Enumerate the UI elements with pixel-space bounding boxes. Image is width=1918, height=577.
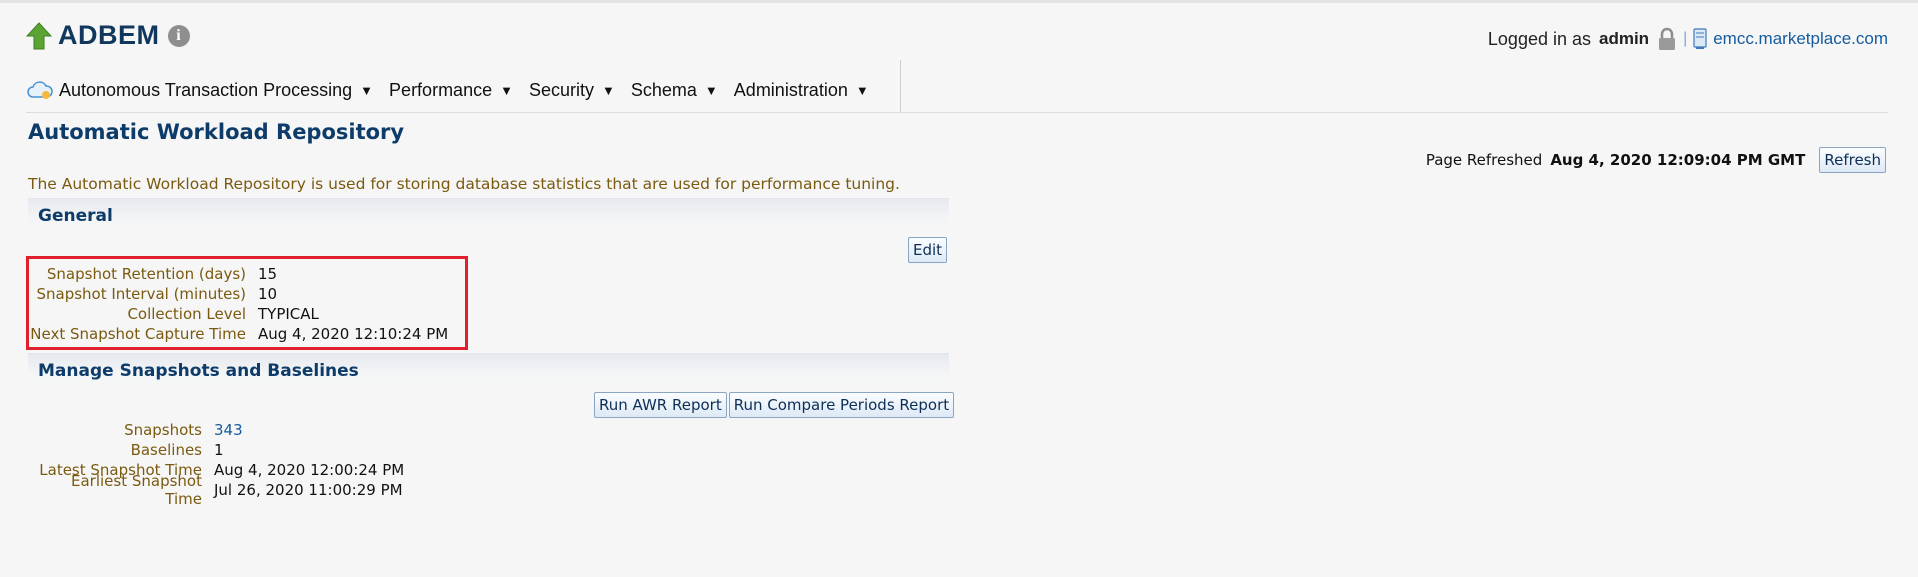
refresh-area: Page Refreshed Aug 4, 2020 12:09:04 PM G… [1426, 147, 1886, 173]
field-value: Aug 4, 2020 12:00:24 PM [214, 461, 405, 479]
info-icon[interactable]: i [167, 24, 190, 47]
page-refreshed-label: Page Refreshed [1425, 151, 1543, 169]
menu-schema[interactable]: Schema ▼ [631, 80, 718, 101]
refresh-button[interactable]: Refresh [1819, 147, 1886, 173]
earliest-snapshot-row: Earliest Snapshot Time Jul 26, 2020 11:0… [30, 472, 404, 508]
field-label: Baselines [130, 441, 202, 459]
menu-performance[interactable]: Performance ▼ [389, 80, 513, 101]
page-refreshed-time: Aug 4, 2020 12:09:04 PM GMT [1550, 151, 1806, 169]
main-menu-bar: Autonomous Transaction Processing ▼ Perfo… [26, 68, 885, 112]
menu-administration[interactable]: Administration ▼ [734, 80, 869, 101]
menu-divider [900, 60, 901, 112]
caret-down-icon: ▼ [602, 82, 615, 98]
server-icon [1693, 28, 1707, 50]
page-title: Automatic Workload Repository [28, 120, 405, 144]
separator: | [1683, 30, 1688, 47]
snapshots-row: Snapshots 343 [30, 420, 404, 440]
menu-label: Autonomous Transaction Processing [59, 79, 353, 100]
menu-label: Performance [389, 79, 493, 100]
baselines-row: Baselines 1 [30, 440, 404, 460]
menu-label: Administration [733, 79, 848, 100]
field-label: Snapshots [124, 421, 202, 439]
caret-down-icon: ▼ [500, 82, 513, 98]
run-compare-periods-report-button[interactable]: Run Compare Periods Report [728, 392, 955, 418]
caret-down-icon: ▼ [855, 82, 869, 98]
database-title[interactable]: ADBEM [58, 20, 160, 51]
field-value: Jul 26, 2020 11:00:29 PM [214, 481, 403, 499]
manage-section-header: Manage Snapshots and Baselines [28, 353, 949, 388]
caret-down-icon: ▼ [704, 82, 718, 98]
username: admin [1599, 29, 1650, 48]
edit-button[interactable]: Edit [908, 237, 948, 263]
cloud-icon [26, 79, 54, 101]
highlight-box [26, 256, 468, 350]
field-value: 1 [214, 441, 224, 459]
run-awr-report-button[interactable]: Run AWR Report [594, 392, 727, 418]
general-heading: General [38, 206, 113, 226]
page-description: The Automatic Workload Repository is use… [28, 175, 900, 193]
top-border [0, 0, 1918, 3]
menu-autonomous-transaction-processing[interactable]: Autonomous Transaction Processing ▼ [59, 80, 373, 101]
host-link[interactable]: emcc.marketplace.com [1713, 29, 1888, 49]
page-header: ADBEM i [25, 20, 190, 51]
menu-label: Schema [630, 79, 697, 100]
caret-down-icon: ▼ [360, 82, 374, 98]
login-info: Logged in as admin | emcc.marketplace.co… [1488, 27, 1888, 51]
snapshot-summary: Snapshots 343 Baselines 1 Latest Snapsho… [30, 420, 405, 508]
manage-heading: Manage Snapshots and Baselines [38, 361, 359, 381]
logged-in-label: Logged in as [1487, 28, 1591, 49]
general-section-header: General [28, 198, 949, 233]
field-label: Earliest Snapshot Time [71, 472, 202, 508]
lock-icon [1657, 27, 1677, 51]
menu-label: Security [528, 79, 594, 100]
up-arrow-icon [25, 21, 53, 50]
snapshots-count-link[interactable]: 343 [214, 421, 243, 439]
header-divider [26, 112, 1888, 113]
menu-security[interactable]: Security ▼ [529, 80, 615, 101]
report-buttons: Run AWR Report Run Compare Periods Repor… [594, 392, 955, 418]
